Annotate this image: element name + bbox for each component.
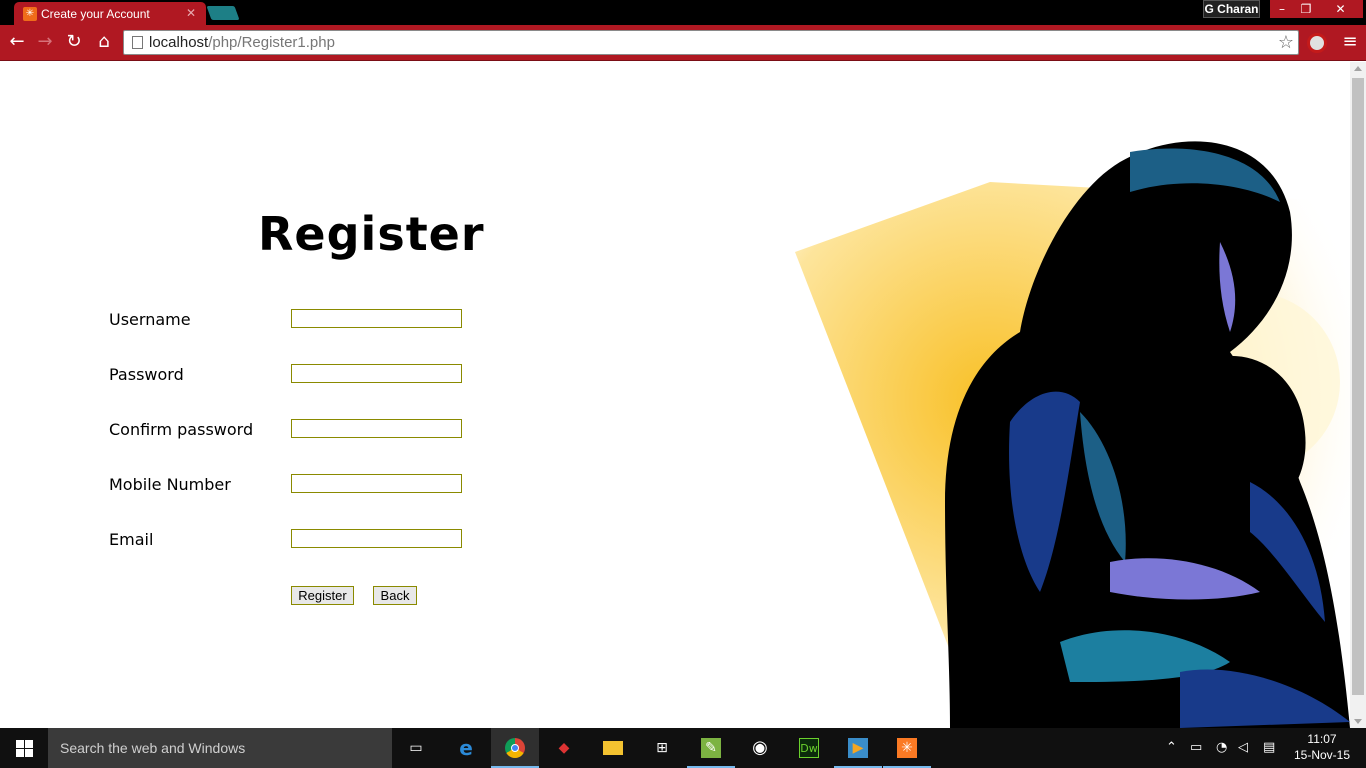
mobile-number-label: Mobile Number (109, 475, 231, 494)
profile-button[interactable]: G Charan (1203, 0, 1260, 18)
media-player-icon[interactable]: ◉ (736, 728, 784, 768)
bookmark-star-icon[interactable]: ☆ (1278, 32, 1294, 53)
browser-toolbar: ← → ↻ ⌂ localhost/php/Register1.php ☆ ≡ (0, 25, 1366, 61)
page-icon (132, 36, 143, 49)
tab-close-icon[interactable]: ✕ (184, 6, 198, 20)
battery-icon[interactable]: ▭ (1190, 740, 1202, 756)
edge-browser-icon[interactable]: e (442, 728, 490, 768)
email-field[interactable] (291, 529, 462, 548)
volume-icon[interactable]: ◁ (1238, 740, 1248, 756)
mother-and-child-illustration (795, 141, 1350, 728)
restore-button[interactable]: ❐ (1294, 0, 1318, 18)
new-tab-button[interactable] (206, 6, 240, 20)
browser-menu-icon[interactable]: ≡ (1341, 32, 1359, 52)
xampp-icon[interactable]: ✳ (883, 728, 931, 768)
mobile-number-field[interactable] (291, 474, 462, 493)
scroll-thumb[interactable] (1352, 78, 1364, 695)
wifi-icon[interactable]: ◔ (1216, 740, 1227, 756)
scroll-up-arrow-icon[interactable] (1354, 66, 1362, 71)
forward-arrow-icon[interactable]: → (34, 31, 56, 53)
video-player-icon[interactable]: ▶ (834, 728, 882, 768)
address-bar[interactable]: localhost/php/Register1.php ☆ (123, 30, 1299, 55)
taskbar-search-box[interactable]: Search the web and Windows (48, 728, 392, 768)
app-icon[interactable]: ◆ (540, 728, 588, 768)
page-viewport: Register Username Password Confirm passw… (0, 62, 1366, 728)
browser-tabstrip: ✳ Create your Account ✕ G Charan – ❐ ✕ (0, 0, 1366, 26)
confirm-password-label: Confirm password (109, 420, 254, 439)
search-placeholder: Search the web and Windows (60, 740, 246, 756)
password-label: Password (109, 365, 184, 384)
register-button[interactable]: Register (291, 586, 354, 605)
scroll-down-arrow-icon[interactable] (1354, 719, 1362, 724)
username-label: Username (109, 310, 191, 329)
confirm-password-field[interactable] (291, 419, 462, 438)
page-scrollbar[interactable] (1350, 62, 1366, 728)
notepad-icon[interactable]: ✎ (687, 728, 735, 768)
minimize-button[interactable]: – (1270, 0, 1294, 18)
home-icon[interactable]: ⌂ (93, 31, 115, 53)
windows-taskbar: Search the web and Windows ▭ e ◆ ⊞ ✎ ◉ D… (0, 728, 1366, 768)
tab-title: Create your Account (41, 7, 150, 21)
file-explorer-icon[interactable] (589, 728, 637, 768)
browser-tab-active[interactable]: ✳ Create your Account ✕ (14, 2, 206, 26)
windows-start-button[interactable] (0, 728, 48, 768)
show-hidden-icons-icon[interactable]: ⌃ (1166, 740, 1177, 756)
store-icon[interactable]: ⊞ (638, 728, 686, 768)
taskbar-clock[interactable]: 11:07 15-Nov-15 (1290, 731, 1354, 763)
action-center-icon[interactable]: ▤ (1263, 740, 1275, 756)
password-field[interactable] (291, 364, 462, 383)
dreamweaver-icon[interactable]: Dw (785, 728, 833, 768)
chrome-icon[interactable] (491, 728, 539, 768)
clock-date: 15-Nov-15 (1293, 748, 1351, 762)
task-view-icon[interactable]: ▭ (392, 728, 440, 768)
url-text[interactable]: localhost/php/Register1.php (149, 34, 335, 51)
page-title: Register (258, 207, 485, 261)
clock-time: 11:07 (1307, 732, 1337, 746)
back-button[interactable]: Back (373, 586, 417, 605)
extension-icon[interactable] (1307, 33, 1327, 53)
email-label: Email (109, 530, 154, 549)
xampp-favicon-icon: ✳ (23, 7, 37, 21)
username-field[interactable] (291, 309, 462, 328)
back-arrow-icon[interactable]: ← (6, 31, 28, 53)
reload-icon[interactable]: ↻ (63, 31, 85, 53)
close-window-button[interactable]: ✕ (1318, 0, 1363, 18)
